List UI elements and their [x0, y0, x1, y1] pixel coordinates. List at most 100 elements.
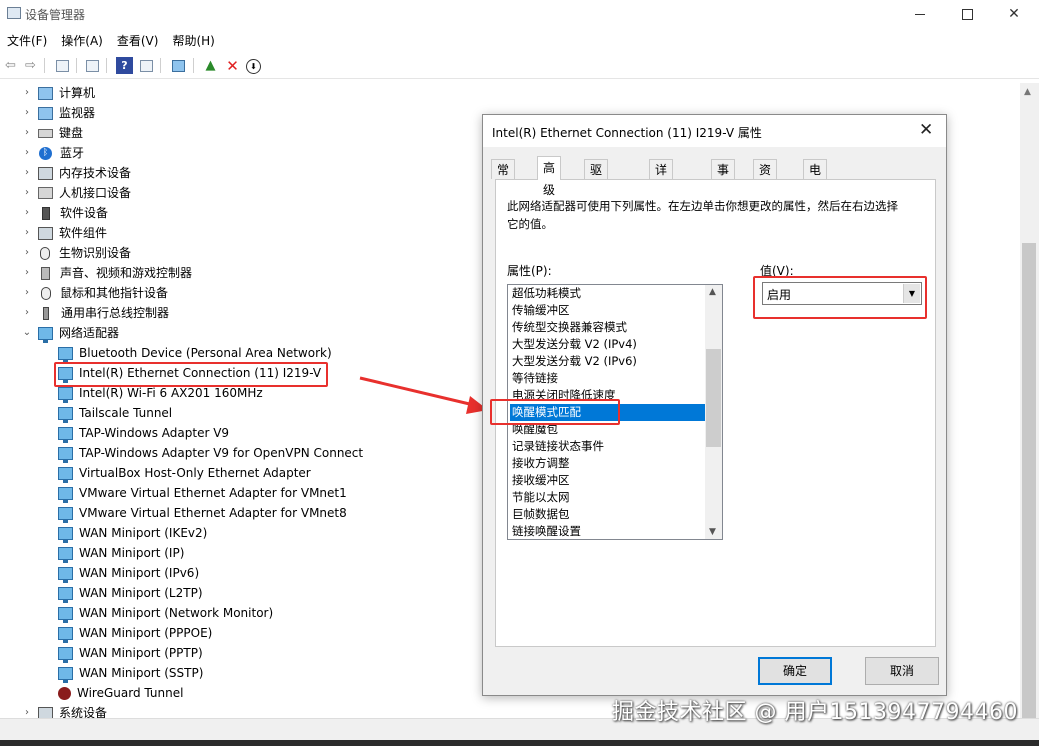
tab-power-management[interactable]: 电源管理 — [803, 159, 828, 237]
tree-item-adapter[interactable]: TAP-Windows Adapter V9 — [58, 423, 229, 443]
list-item[interactable]: 传统型交换器兼容模式 — [510, 319, 706, 336]
scan-hardware-icon[interactable] — [170, 57, 187, 74]
chevron-right-icon[interactable]: › — [20, 243, 34, 263]
close-button[interactable]: ✕ — [991, 0, 1037, 28]
tab-advanced[interactable]: 高级 — [537, 156, 562, 197]
tree-category[interactable]: › 内存技术设备 — [20, 163, 131, 183]
chevron-right-icon[interactable]: › — [20, 103, 34, 123]
uninstall-device-icon[interactable]: ✕ — [224, 57, 241, 75]
tree-item-adapter[interactable]: WAN Miniport (PPPOE) — [58, 623, 212, 643]
chevron-right-icon[interactable]: › — [20, 203, 34, 223]
taskbar-strip — [0, 740, 1039, 746]
panel-description: 此网络适配器可使用下列属性。在左边单击你想更改的属性，然后在右边选择它的值。 — [507, 199, 898, 231]
keyboard-icon — [38, 128, 53, 138]
tree-item-adapter[interactable]: WAN Miniport (PPTP) — [58, 643, 203, 663]
tree-category[interactable]: › 生物识别设备 — [20, 243, 131, 263]
tab-resources[interactable]: 资源 — [753, 159, 778, 197]
chevron-right-icon[interactable]: › — [20, 123, 34, 143]
tree-category[interactable]: › ᛒ 蓝牙 — [20, 143, 84, 163]
chevron-right-icon[interactable]: › — [20, 303, 34, 323]
list-scrollbar[interactable]: ▲ ▼ — [705, 285, 722, 539]
ok-button[interactable]: 确定 — [758, 657, 832, 685]
tree-category[interactable]: › 声音、视频和游戏控制器 — [20, 263, 192, 283]
scrollbar-thumb[interactable] — [706, 349, 721, 447]
menu-action[interactable]: 操作(A) — [54, 30, 110, 52]
list-item[interactable]: 接收方调整 — [510, 455, 706, 472]
tree-category[interactable]: › 通用串行总线控制器 — [20, 303, 169, 323]
back-icon[interactable]: ⇦ — [2, 57, 19, 74]
tree-item-adapter[interactable]: WAN Miniport (L2TP) — [58, 583, 203, 603]
tab-details[interactable]: 详细信息 — [649, 159, 674, 237]
chevron-right-icon[interactable]: › — [20, 163, 34, 183]
list-item[interactable]: 超低功耗模式 — [510, 285, 706, 302]
cancel-button[interactable]: 取消 — [865, 657, 939, 685]
show-hide-console-tree-icon[interactable] — [54, 57, 71, 74]
scroll-up-icon[interactable]: ▲ — [709, 287, 716, 297]
tree-category[interactable]: › 软件设备 — [20, 203, 108, 223]
network-adapter-icon — [58, 606, 73, 623]
chevron-right-icon[interactable]: › — [20, 223, 34, 243]
properties-icon[interactable] — [84, 57, 101, 74]
tree-item-adapter[interactable]: Tailscale Tunnel — [58, 403, 172, 423]
tree-item-adapter[interactable]: TAP-Windows Adapter V9 for OpenVPN Conne… — [58, 443, 363, 463]
tree-item-adapter[interactable]: WireGuard Tunnel — [58, 683, 183, 703]
list-item[interactable]: 等待链接 — [510, 370, 706, 387]
tree-item-adapter[interactable]: WAN Miniport (IPv6) — [58, 563, 199, 583]
tab-general[interactable]: 常规 — [491, 159, 516, 197]
list-item[interactable]: 大型发送分载 V2 (IPv6) — [510, 353, 706, 370]
tab-events[interactable]: 事件 — [711, 159, 736, 197]
dialog-title-bar: Intel(R) Ethernet Connection (11) I219-V… — [483, 115, 946, 147]
scrollbar-thumb[interactable] — [1022, 243, 1036, 728]
tree-item-adapter[interactable]: WAN Miniport (Network Monitor) — [58, 603, 273, 623]
menu-file[interactable]: 文件(F) — [0, 30, 54, 52]
highlight-ethernet-adapter — [54, 362, 328, 387]
chevron-right-icon[interactable]: › — [20, 263, 34, 283]
tree-label: VirtualBox Host-Only Ethernet Adapter — [79, 466, 311, 480]
menu-help[interactable]: 帮助(H) — [165, 30, 221, 52]
chevron-right-icon[interactable]: › — [20, 83, 34, 103]
tree-category[interactable]: › 计算机 — [20, 83, 95, 103]
maximize-button[interactable] — [944, 0, 990, 28]
menu-view[interactable]: 查看(V) — [110, 30, 166, 52]
dialog-title: Intel(R) Ethernet Connection (11) I219-V… — [492, 126, 762, 140]
list-item[interactable]: 大型发送分载 V2 (IPv4) — [510, 336, 706, 353]
list-item[interactable]: 接收缓冲区 — [510, 472, 706, 489]
tree-item-adapter[interactable]: WAN Miniport (IKEv2) — [58, 523, 207, 543]
tree-item-adapter[interactable]: VirtualBox Host-Only Ethernet Adapter — [58, 463, 311, 483]
tree-item-adapter[interactable]: Bluetooth Device (Personal Area Network) — [58, 343, 332, 363]
minimize-button[interactable] — [897, 0, 943, 28]
dialog-close-icon[interactable]: ✕ — [919, 120, 933, 140]
list-item[interactable]: 传输缓冲区 — [510, 302, 706, 319]
chevron-right-icon[interactable]: › — [20, 283, 34, 303]
tree-category-network-adapters[interactable]: ⌄ 网络适配器 — [20, 323, 119, 343]
tree-scrollbar[interactable]: ▲ — [1020, 83, 1039, 728]
tree-category[interactable]: › 监视器 — [20, 103, 95, 123]
tree-item-adapter[interactable]: VMware Virtual Ethernet Adapter for VMne… — [58, 483, 347, 503]
chevron-right-icon[interactable]: › — [20, 183, 34, 203]
forward-icon[interactable]: ⇨ — [22, 57, 39, 74]
tree-item-adapter[interactable]: WAN Miniport (IP) — [58, 543, 184, 563]
tree-label: 软件设备 — [60, 206, 109, 220]
tab-driver[interactable]: 驱动程序 — [584, 159, 609, 237]
action-pane-icon[interactable] — [138, 57, 155, 74]
tree-category[interactable]: › 系统设备 — [20, 703, 107, 718]
disable-device-icon[interactable]: ⬇ — [246, 59, 261, 74]
tree-label: WAN Miniport (PPTP) — [79, 646, 203, 660]
tree-category[interactable]: › 鼠标和其他指针设备 — [20, 283, 168, 303]
tree-item-adapter[interactable]: VMware Virtual Ethernet Adapter for VMne… — [58, 503, 347, 523]
list-item[interactable]: 记录链接状态事件 — [510, 438, 706, 455]
tree-category[interactable]: › 软件组件 — [20, 223, 107, 243]
tree-category[interactable]: › 键盘 — [20, 123, 83, 143]
tree-category[interactable]: › 人机接口设备 — [20, 183, 131, 203]
list-item[interactable]: 节能以太网 — [510, 489, 706, 506]
list-item[interactable]: 链接唤醒设置 — [510, 523, 706, 539]
list-item[interactable]: 巨帧数据包 — [510, 506, 706, 523]
tree-item-adapter[interactable]: WAN Miniport (SSTP) — [58, 663, 203, 683]
chevron-right-icon[interactable]: › — [20, 143, 34, 163]
help-icon[interactable]: ? — [116, 57, 133, 74]
update-driver-icon[interactable]: ▲ — [202, 57, 219, 74]
scroll-up-icon[interactable]: ▲ — [1024, 87, 1031, 97]
scroll-down-icon[interactable]: ▼ — [709, 527, 716, 537]
chevron-down-icon[interactable]: ⌄ — [20, 323, 34, 343]
chevron-right-icon[interactable]: › — [20, 703, 34, 718]
